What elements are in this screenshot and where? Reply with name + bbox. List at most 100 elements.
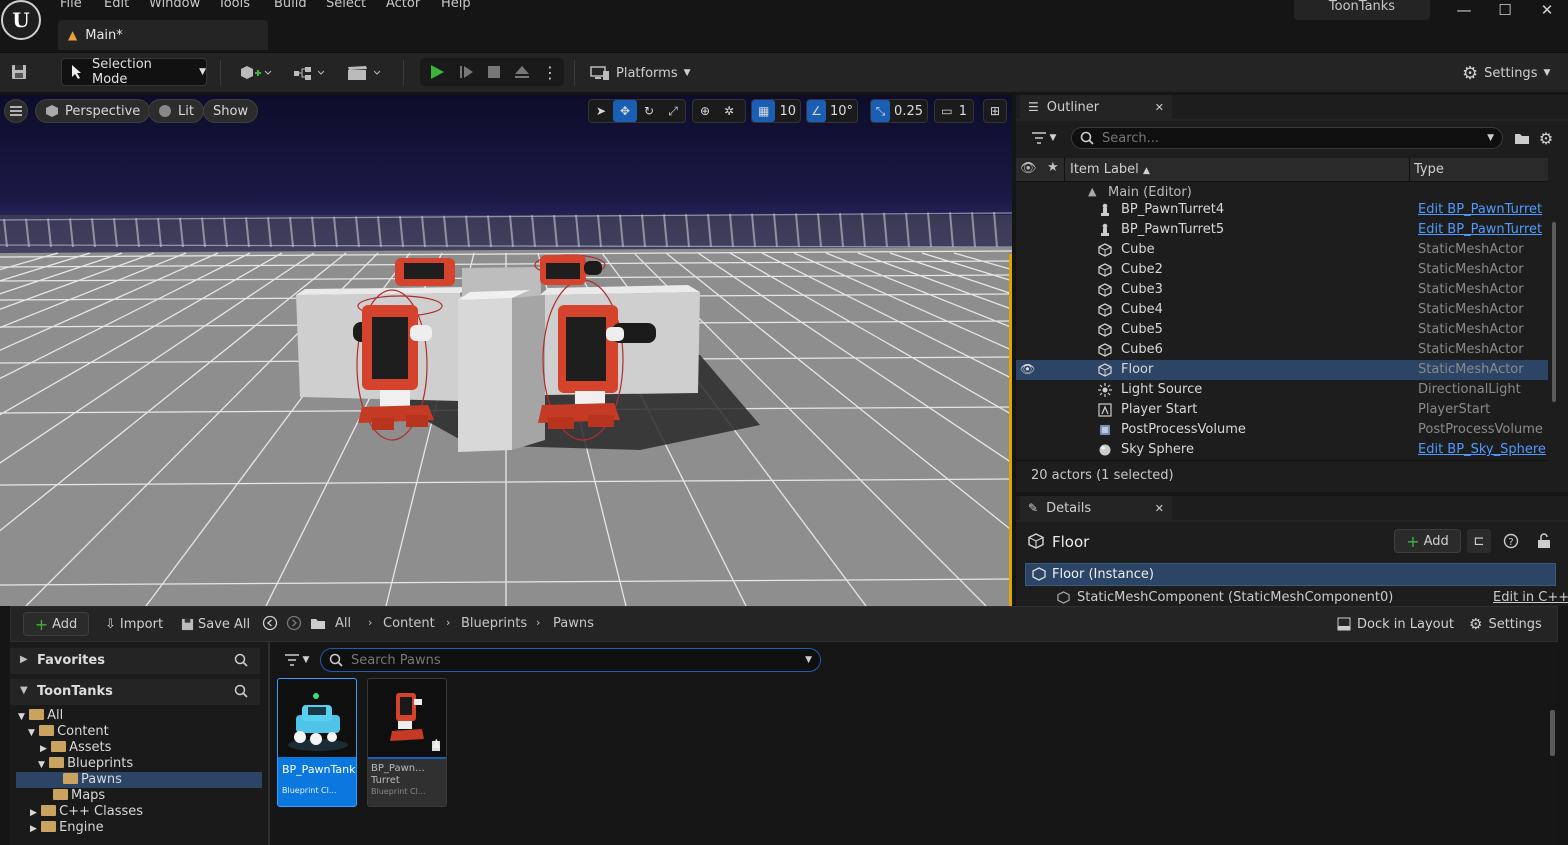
item-label-header[interactable]: Item Label ▲	[1070, 162, 1150, 177]
viewport-menu-icon[interactable]	[4, 99, 28, 123]
tab-details[interactable]: ✎ Details ✕	[1020, 496, 1172, 520]
visibility-eye-icon[interactable]: 👁	[1020, 362, 1035, 376]
folder-icon[interactable]	[309, 614, 327, 632]
settings-dropdown[interactable]: ⚙ Settings ▼	[1462, 60, 1550, 86]
menu-window[interactable]: Window	[149, 0, 200, 11]
show-dropdown[interactable]: Show	[203, 99, 259, 123]
cb-add-button[interactable]: + Add	[23, 612, 89, 636]
blueprint-icon[interactable]	[290, 60, 330, 86]
platforms-dropdown[interactable]: Platforms ▼	[590, 60, 691, 86]
type-header[interactable]: Type	[1414, 162, 1444, 177]
tree-item-engine[interactable]: ▶ Engine	[16, 820, 262, 836]
outliner-row[interactable]: 👁 Floor StaticMeshActor	[1016, 360, 1548, 380]
tree-item-all[interactable]: ▼ All	[16, 708, 262, 724]
rotation-snap[interactable]: ∠ 10°	[806, 99, 858, 123]
scale-tool-icon[interactable]: ⤢	[661, 100, 685, 122]
tree-item-blueprints[interactable]: ▼ Blueprints	[16, 756, 262, 772]
search-icon[interactable]	[234, 684, 248, 698]
back-icon[interactable]	[261, 614, 279, 632]
perspective-dropdown[interactable]: Perspective	[35, 99, 151, 123]
breadcrumb-pawns[interactable]: Pawns	[553, 616, 594, 631]
asset-search-input[interactable]: Search Pawns ▼	[320, 648, 821, 672]
stop-icon[interactable]	[483, 61, 505, 83]
visibility-header-icon[interactable]: 👁	[1020, 161, 1037, 176]
outliner-settings-icon[interactable]: ⚙	[1536, 128, 1556, 148]
surface-snap-icon[interactable]: ✲	[717, 100, 741, 122]
asset-tile-pawntank[interactable]: BP_PawnTank Blueprint Cl...	[277, 678, 357, 807]
details-add-button[interactable]: + Add	[1394, 529, 1461, 553]
project-section[interactable]: ▼ ToonTanks	[10, 679, 260, 705]
tree-item-content[interactable]: ▼ Content	[16, 724, 262, 740]
unreal-logo-icon[interactable]: U	[1, 0, 41, 40]
outliner-row[interactable]: Cube4 StaticMeshActor	[1016, 300, 1548, 320]
edit-blueprint-link[interactable]: Edit BP_PawnTurret	[1418, 202, 1542, 217]
level-viewport[interactable]: Perspective Lit Show ➤ ✥ ↻ ⤢ ⊕ ✲ ▦ 10 ∠ …	[0, 95, 1012, 606]
search-icon[interactable]	[234, 653, 248, 667]
skip-icon[interactable]	[455, 61, 477, 83]
translate-tool-icon[interactable]: ✥	[613, 100, 637, 122]
breadcrumb-content[interactable]: Content	[383, 616, 435, 631]
camera-speed[interactable]: ▭ 1	[934, 99, 974, 123]
menu-select[interactable]: Select	[326, 0, 366, 11]
asset-view-scrollbar[interactable]	[1550, 710, 1555, 756]
favorites-section[interactable]: ▶ Favorites	[10, 648, 260, 674]
tree-item-assets[interactable]: ▶ Assets	[16, 740, 262, 756]
lit-dropdown[interactable]: Lit	[148, 99, 204, 123]
filter-icon[interactable]: ▼	[280, 650, 314, 670]
grid-snap[interactable]: ▦ 10	[751, 99, 801, 123]
outliner-row[interactable]: Cube StaticMeshActor	[1016, 240, 1548, 260]
help-icon[interactable]: ?	[1501, 531, 1521, 551]
selection-mode-dropdown[interactable]: Selection Mode ▼	[61, 57, 207, 87]
minimize-icon[interactable]: —	[1447, 0, 1481, 20]
outliner-row[interactable]: Cube3 StaticMeshActor	[1016, 280, 1548, 300]
edit-blueprint-link[interactable]: Edit BP_Sky_Sphere	[1418, 442, 1546, 457]
menu-build[interactable]: Build	[274, 0, 307, 11]
play-icon[interactable]	[426, 61, 448, 83]
breadcrumb-all[interactable]: All	[335, 616, 351, 631]
world-icon[interactable]: ⊕	[693, 100, 717, 122]
cb-settings-button[interactable]: ⚙ Settings	[1469, 612, 1542, 636]
outliner-row[interactable]: Cube5 StaticMeshActor	[1016, 320, 1548, 340]
outliner-row[interactable]: PostProcessVolume PostProcessVolume	[1016, 420, 1548, 440]
component-row[interactable]: StaticMeshComponent (StaticMeshComponent…	[1025, 588, 1568, 606]
menu-tools[interactable]: Tools	[218, 0, 250, 11]
outliner-row[interactable]: Cube6 StaticMeshActor	[1016, 340, 1548, 360]
close-icon[interactable]: ✕	[1155, 101, 1164, 114]
outliner-row[interactable]: Cube2 StaticMeshActor	[1016, 260, 1548, 280]
dock-in-layout-button[interactable]: Dock in Layout	[1337, 612, 1454, 636]
outliner-search-input[interactable]: Search... ▼	[1071, 127, 1503, 149]
level-tab-main[interactable]: ▲ Main*	[58, 20, 268, 50]
maximize-icon[interactable]: ☐	[1488, 0, 1522, 20]
breadcrumb-blueprints[interactable]: Blueprints	[461, 616, 527, 631]
close-icon[interactable]: ✕	[1155, 502, 1164, 515]
blueprint-icon[interactable]: ⊏	[1467, 529, 1491, 553]
more-options-icon[interactable]: ⋮	[540, 61, 560, 83]
menu-file[interactable]: File	[60, 0, 82, 11]
pin-header-icon[interactable]: ★	[1047, 160, 1059, 175]
outliner-row[interactable]: BP_PawnTurret5 Edit BP_PawnTurret	[1016, 220, 1548, 240]
forward-icon[interactable]	[285, 614, 303, 632]
breadcrumb-separator-icon[interactable]: ›	[446, 616, 450, 629]
menu-actor[interactable]: Actor	[386, 0, 420, 11]
eject-icon[interactable]	[511, 61, 533, 83]
outliner-scrollbar[interactable]	[1552, 222, 1556, 402]
menu-edit[interactable]: Edit	[104, 0, 129, 11]
menu-help[interactable]: Help	[441, 0, 471, 11]
save-icon[interactable]	[6, 59, 32, 85]
cinematics-icon[interactable]	[344, 60, 386, 86]
outliner-row[interactable]: Sky Sphere Edit BP_Sky_Sphere	[1016, 440, 1548, 460]
outliner-row[interactable]: Light Source DirectionalLight	[1016, 380, 1548, 400]
tree-item-pawns[interactable]: Pawns	[16, 772, 262, 788]
outliner-row[interactable]: Player Start PlayerStart	[1016, 400, 1548, 420]
breadcrumb-separator-icon[interactable]: ›	[368, 616, 372, 629]
close-window-icon[interactable]: ✕	[1530, 0, 1564, 20]
tree-item-maps[interactable]: Maps	[16, 788, 262, 804]
add-actor-icon[interactable]	[236, 60, 274, 86]
edit-in-cpp-link[interactable]: Edit in C++	[1493, 590, 1568, 605]
tree-item-cpp-classes[interactable]: ▶ C++ Classes	[16, 804, 262, 820]
asset-tile-pawnturret[interactable]: ♟ BP_Pawn... Turret Blueprint Cl...	[367, 678, 447, 807]
breadcrumb-separator-icon[interactable]: ›	[536, 616, 540, 629]
tab-outliner[interactable]: ☰ Outliner ✕	[1020, 95, 1172, 119]
save-all-button[interactable]: Save All	[181, 612, 250, 636]
filter-icon[interactable]: ▼	[1026, 128, 1062, 148]
